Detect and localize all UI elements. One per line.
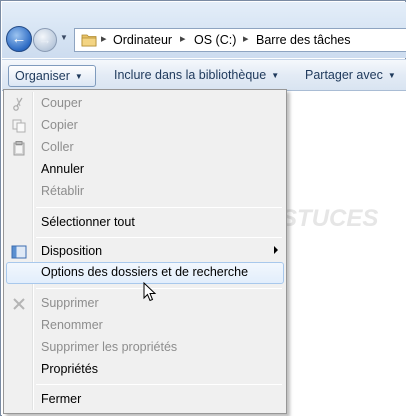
menu-item-label: Annuler: [41, 162, 85, 176]
paste-icon: [13, 141, 25, 156]
menu-item-select-all[interactable]: Sélectionner tout: [6, 212, 284, 234]
menu-item-rename[interactable]: Renommer: [6, 315, 284, 337]
menu-item-layout[interactable]: Disposition: [6, 241, 284, 263]
mouse-pointer-icon: [143, 282, 157, 302]
menu-item-label: Propriétés: [41, 362, 98, 376]
breadcrumb-separator[interactable]: ▸: [243, 32, 249, 45]
menu-item-close[interactable]: Fermer: [6, 389, 284, 411]
breadcrumb-separator[interactable]: ▸: [101, 32, 107, 45]
layout-icon: [11, 245, 27, 259]
menu-item-label: Copier: [41, 118, 78, 132]
command-toolbar: Organiser ▼ Inclure dans la bibliothèque ▼…: [2, 59, 406, 91]
explorer-window: ← → ▼ ▸ Ordinateur ▸ OS (C:) ▸ Barre des…: [0, 0, 406, 416]
chevron-down-icon: ▼: [271, 71, 280, 80]
scissors-icon: [13, 97, 23, 111]
chevron-down-icon: ▼: [74, 72, 83, 81]
organize-button[interactable]: Organiser ▼: [8, 65, 96, 87]
menu-item-label: Supprimer les propriétés: [41, 340, 178, 354]
menu-item-label: Supprimer: [41, 296, 99, 310]
menu-item-paste[interactable]: Coller: [6, 137, 284, 159]
include-in-library-button[interactable]: Inclure dans la bibliothèque ▼: [108, 65, 285, 87]
recent-pages-dropdown-icon[interactable]: ▼: [60, 32, 70, 44]
share-label: Partager avec: [305, 68, 383, 82]
delete-x-icon: [13, 298, 25, 310]
menu-item-label: Rétablir: [41, 184, 85, 198]
organize-menu: Couper Copier Coller Annuler Rétablir Sé…: [3, 89, 287, 414]
chevron-down-icon: ▼: [387, 71, 396, 80]
submenu-arrow-icon: [274, 246, 278, 254]
menu-item-undo[interactable]: Annuler: [6, 159, 284, 181]
menu-item-cut[interactable]: Couper: [6, 93, 284, 115]
menu-item-label: Fermer: [41, 392, 82, 406]
folder-icon: [81, 34, 97, 47]
menu-separator: [36, 207, 282, 208]
organize-label: Organiser: [15, 69, 70, 83]
menu-item-properties[interactable]: Propriétés: [6, 359, 284, 381]
breadcrumb[interactable]: ▸ Ordinateur ▸ OS (C:) ▸ Barre des tâche…: [74, 28, 406, 52]
breadcrumb-item-ordinateur[interactable]: Ordinateur: [113, 33, 172, 47]
menu-item-folder-options[interactable]: Options des dossiers et de recherche: [6, 262, 284, 284]
menu-separator: [36, 288, 282, 289]
breadcrumb-item-os-c[interactable]: OS (C:): [194, 33, 236, 47]
copy-icon: [12, 119, 26, 133]
menu-item-label: Coller: [41, 140, 74, 154]
menu-item-label: Sélectionner tout: [41, 215, 135, 229]
menu-item-label: Renommer: [41, 318, 103, 332]
address-bar-area: ← → ▼ ▸ Ordinateur ▸ OS (C:) ▸ Barre des…: [2, 2, 406, 58]
share-with-button[interactable]: Partager avec ▼: [299, 65, 402, 87]
menu-separator: [36, 384, 282, 385]
forward-arrow-icon[interactable]: →: [33, 28, 57, 52]
breadcrumb-item-barre-des-taches[interactable]: Barre des tâches: [256, 33, 351, 47]
menu-item-label: Couper: [41, 96, 82, 110]
menu-item-remove-properties[interactable]: Supprimer les propriétés: [6, 337, 284, 359]
menu-item-copy[interactable]: Copier: [6, 115, 284, 137]
breadcrumb-separator[interactable]: ▸: [180, 32, 186, 45]
include-label: Inclure dans la bibliothèque: [114, 68, 267, 82]
menu-item-redo[interactable]: Rétablir: [6, 181, 284, 203]
menu-item-label: Disposition: [41, 244, 103, 258]
menu-separator: [36, 237, 282, 238]
menu-item-label: Options des dossiers et de recherche: [41, 265, 249, 279]
back-arrow-icon[interactable]: ←: [6, 26, 32, 52]
